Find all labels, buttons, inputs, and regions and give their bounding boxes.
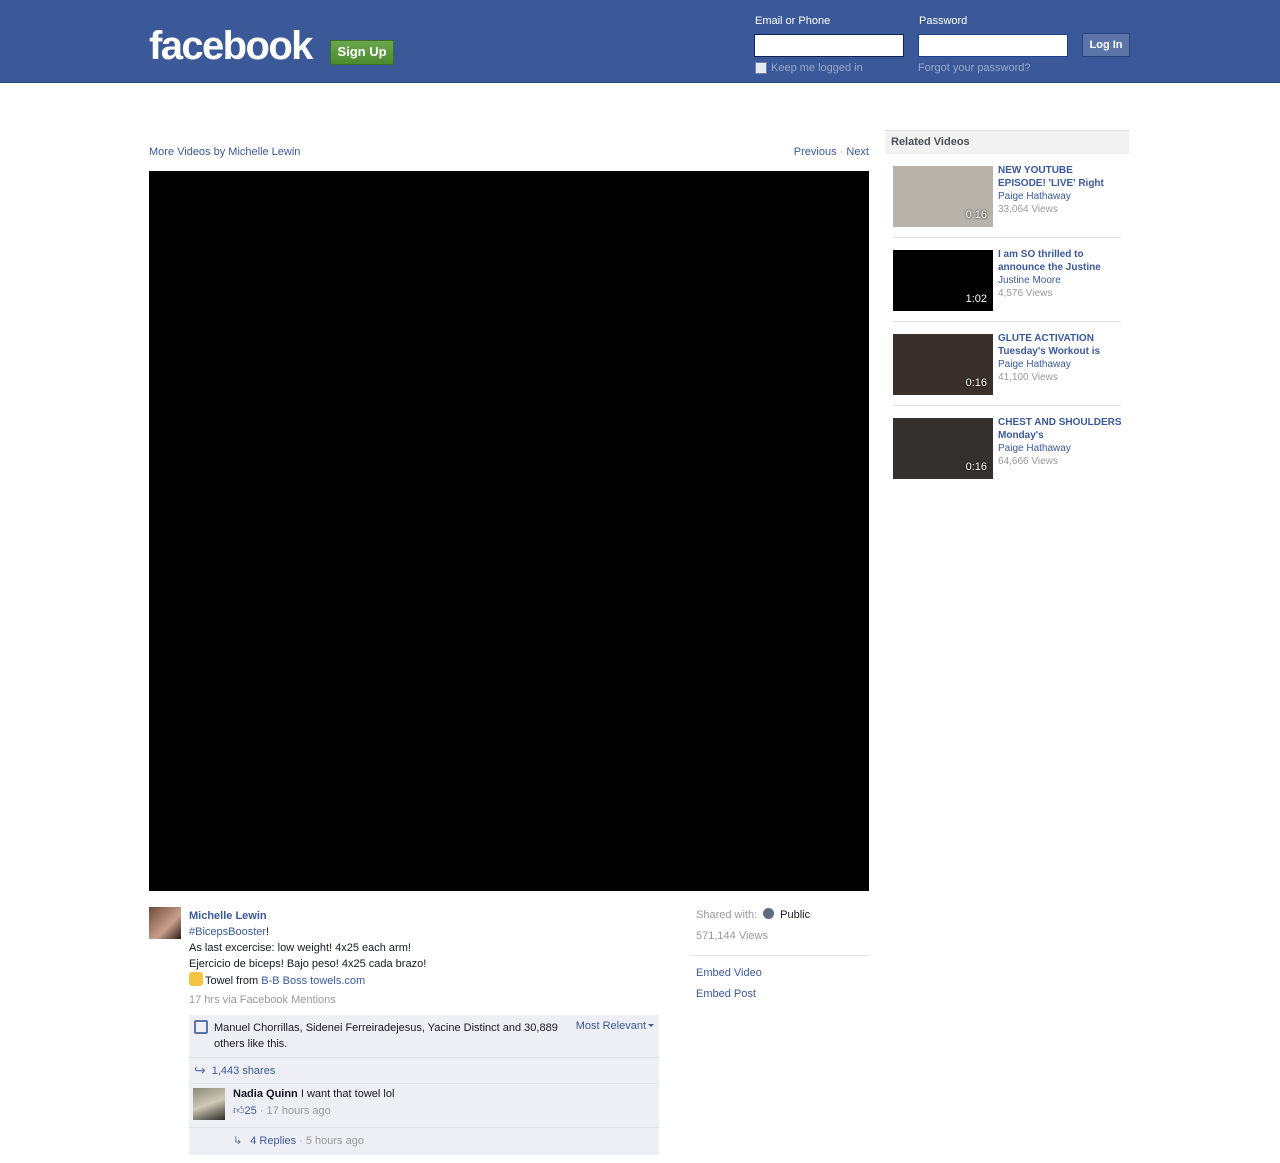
comment-meta: 👍︎25 · 17 hours ago [233,1105,331,1117]
hashtag-suffix: ! [266,926,270,938]
related-video-title[interactable]: NEW YOUTUBE EPISODE! 'LIVE' Right [998,164,1123,190]
post-line-2: Ejercicio de biceps! Bajo peso! 4x25 cad… [189,958,427,970]
facebook-logo[interactable]: facebook [149,24,313,68]
likes-row: Manuel Chorrillas, Sidenei Ferreiradejes… [189,1015,659,1058]
side-divider [690,955,869,956]
log-in-button[interactable]: Log In [1082,33,1130,57]
related-video-duration: 1:02 [965,293,987,305]
related-video-title[interactable]: GLUTE ACTIVATION Tuesday's Workout is [998,332,1123,358]
related-video-info: GLUTE ACTIVATION Tuesday's Workout is Pai… [998,332,1123,384]
related-video-item[interactable]: 1:02 I am SO thrilled to announce the Jus… [893,238,1121,322]
share-arrow-icon: ↪ [194,1062,206,1078]
keep-logged-in[interactable]: Keep me logged in [755,62,863,74]
related-video-thumbnail[interactable]: 0:16 [893,418,993,479]
commenter-avatar[interactable] [193,1088,225,1120]
email-input[interactable] [752,32,906,59]
pagination-separator: · [839,146,844,158]
related-video-author[interactable]: Paige Hathaway [998,442,1123,455]
comment-sort-label: Most Relevant [575,1020,646,1032]
post-author-link[interactable]: Michelle Lewin [189,910,267,922]
post-line-1: As last excercise: low weight! 4x25 each… [189,942,411,954]
caret-down-icon [648,1024,654,1027]
keep-logged-in-checkbox[interactable] [755,62,767,74]
towel-shop-link[interactable]: B-B Boss towels.com [261,975,365,987]
comment-like-count[interactable]: 25 [245,1105,257,1117]
forgot-password-link[interactable]: Forgot your password? [918,62,1031,74]
comment-sort-dropdown[interactable]: Most Relevant [576,1020,654,1052]
replies-row[interactable]: ↳ 4 Replies · 5 hours ago [233,1128,659,1155]
related-video-duration: 0:16 [965,377,987,389]
related-video-views: 4,576 Views [998,288,1053,299]
shares-count[interactable]: 1,443 shares [212,1065,276,1077]
related-video-views: 64,666 Views [998,456,1058,467]
related-video-thumbnail[interactable]: 0:16 [893,334,993,395]
comment-text: I want that towel lol [300,1088,395,1100]
top-bar: facebook Sign Up Email or Phone Password… [0,0,1280,83]
next-link[interactable]: Next [846,146,869,158]
related-video-thumbnail[interactable]: 1:02 [893,250,993,311]
replies-time: 5 hours ago [305,1135,364,1147]
keep-logged-in-label: Keep me logged in [771,62,863,74]
shared-with: Shared with: Public [696,908,810,921]
previous-link[interactable]: Previous [794,146,837,158]
comment-item: Nadia Quinn I want that towel lol 👍︎25 ·… [189,1084,659,1128]
video-pagination: Previous · Next [780,146,869,158]
feedback-box: Manuel Chorrillas, Sidenei Ferreiradejes… [189,1015,659,1155]
related-video-author[interactable]: Justine Moore [998,274,1123,287]
related-video-item[interactable]: 0:16 GLUTE ACTIVATION Tuesday's Workout i… [893,322,1121,406]
related-video-views: 41,100 Views [998,372,1058,383]
related-video-duration: 0:16 [965,209,987,221]
video-view-count: 571,144 Views [696,930,768,942]
related-video-duration: 0:16 [965,461,987,473]
related-videos-panel: Related Videos 0:16 NEW YOUTUBE EPISODE! … [885,130,1129,490]
password-label: Password [919,15,968,27]
comment-time[interactable]: 17 hours ago [267,1105,331,1117]
towel-prefix: Towel from [205,975,262,987]
hashtag-link[interactable]: #BicepsBooster [189,926,266,938]
related-video-author[interactable]: Paige Hathaway [998,190,1123,203]
related-videos-heading: Related Videos [885,130,1129,154]
globe-icon [763,908,775,919]
video-player[interactable] [149,171,869,891]
comment-like-icon[interactable]: 👍︎ [233,1105,245,1117]
post-content: Michelle Lewin #BicepsBooster! As last e… [189,908,659,1008]
towel-emoji-icon [189,972,203,986]
author-avatar[interactable] [149,907,181,939]
embed-post-link[interactable]: Embed Post [696,988,756,1000]
related-video-info: CHEST AND SHOULDERS Monday's Paige Hathaw… [998,416,1123,468]
related-video-title[interactable]: CHEST AND SHOULDERS Monday's [998,416,1123,442]
password-input[interactable] [918,34,1068,57]
email-label: Email or Phone [755,15,831,27]
shares-row[interactable]: ↪ 1,443 shares [189,1058,659,1084]
sign-up-button[interactable]: Sign Up [330,40,394,65]
embed-video-link[interactable]: Embed Video [696,967,762,979]
related-video-item[interactable]: 0:16 CHEST AND SHOULDERS Monday's Paige Ha… [893,406,1123,490]
more-videos-link[interactable]: More Videos by Michelle Lewin [149,146,300,158]
privacy-public[interactable]: Public [780,909,810,921]
related-video-title[interactable]: I am SO thrilled to announce the Justine [998,248,1123,274]
related-video-thumbnail[interactable]: 0:16 [893,166,993,227]
reply-arrow-icon: ↳ [233,1135,243,1147]
related-video-views: 33,064 Views [998,204,1058,215]
replies-link[interactable]: 4 Replies [250,1135,296,1147]
commenter-name-link[interactable]: Nadia Quinn [233,1088,298,1100]
post-meta: 17 hrs via Facebook Mentions [189,994,336,1006]
shared-with-label: Shared with: [696,909,758,921]
thumbs-up-icon [194,1020,208,1034]
related-video-author[interactable]: Paige Hathaway [998,358,1123,371]
related-video-info: NEW YOUTUBE EPISODE! 'LIVE' Right Paige H… [998,164,1123,216]
related-video-item[interactable]: 0:16 NEW YOUTUBE EPISODE! 'LIVE' Right Pai… [893,154,1121,238]
related-video-info: I am SO thrilled to announce the Justine… [998,248,1123,300]
likes-summary[interactable]: Manuel Chorrillas, Sidenei Ferreiradejes… [214,1020,576,1052]
